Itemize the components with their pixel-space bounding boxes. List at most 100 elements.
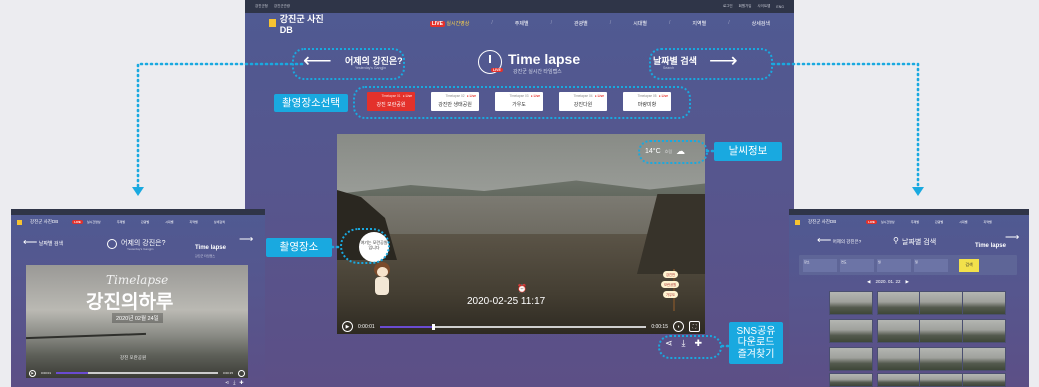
live-badge[interactable]: LIVE — [72, 220, 83, 224]
hero-date: 2020년 02월 24일 — [112, 313, 163, 323]
topbar-link[interactable]: 강진군청 — [255, 4, 268, 9]
logo-icon — [795, 219, 800, 225]
menu-item-live[interactable]: LIVE 실시간영상 — [429, 20, 470, 27]
thumbnail[interactable] — [962, 347, 1006, 371]
site-logo[interactable]: 강진군 사진DB — [280, 12, 328, 35]
site-logo[interactable]: 강진군 사진DB — [808, 219, 836, 225]
topbar-link[interactable]: 강진군관광 — [274, 4, 290, 9]
callout-sns: SNS공유 다운로드 즐겨찾기 — [729, 322, 783, 364]
menu-item[interactable]: 주제별 — [117, 220, 125, 224]
left-share-actions: ⋖ ⤓ ✚ — [225, 380, 244, 386]
right-timelapse-link[interactable]: Time lapse ⟶ — [975, 232, 1019, 252]
site-logo[interactable]: 강진군 사진DB — [30, 219, 58, 225]
menu-item-label: 실시간영상 — [446, 20, 470, 27]
yesterday-video[interactable]: Timelapse 강진의하루 2020년 02월 24일 강진 모란공원 ▶ … — [26, 265, 248, 378]
menu-separator: / — [550, 20, 552, 26]
menu-item[interactable]: 관광별 — [141, 220, 149, 224]
topbar-link[interactable]: 사이트맵 — [758, 4, 771, 9]
thumbnail[interactable] — [919, 291, 963, 315]
topbar-link[interactable]: 로그인 — [723, 4, 733, 9]
left-back-link[interactable]: ⟵ 날짜별 검색 — [23, 237, 63, 248]
time-current: 0:00:01 — [41, 371, 52, 375]
timelapse-title: Time lapse — [195, 245, 226, 251]
live-badge[interactable]: LIVE — [866, 220, 877, 224]
menu-item-theme[interactable]: 주제별 — [515, 20, 529, 27]
menu-item-detail-search[interactable]: 상세검색 — [752, 20, 770, 27]
arrowhead-right — [912, 187, 924, 196]
progress-track[interactable] — [56, 372, 218, 374]
thumbnail[interactable] — [877, 373, 921, 387]
filter-label: 연도 — [841, 259, 847, 264]
menu-item[interactable]: 실시간영상 — [87, 220, 101, 224]
left-timelapse-link[interactable]: Time lapse 강진군 타임랩스 ⟶ — [195, 234, 253, 258]
volume-icon[interactable]: ◖ — [673, 321, 684, 332]
search-filter-bar: 장소 연도 월 일 검색 — [799, 255, 1017, 275]
filter-label: 일 — [915, 259, 918, 264]
date-next-icon[interactable]: ▶ — [906, 279, 909, 285]
mascot-body — [375, 277, 389, 295]
left-video-controls: ▶ 0:00:01 0:00:15 — [26, 368, 248, 378]
topbar-link[interactable]: 회원가입 — [739, 4, 752, 9]
thumbnail[interactable] — [962, 319, 1006, 343]
menu-item[interactable]: 실시간영상 — [881, 220, 895, 224]
mascot-face — [377, 267, 388, 277]
filter-search-button[interactable]: 검색 — [959, 258, 979, 272]
menu-item-era[interactable]: 시대별 — [633, 20, 647, 27]
filter-label: 장소 — [804, 259, 810, 264]
thumbnail[interactable] — [962, 373, 1006, 387]
menu-item[interactable]: 주제별 — [911, 220, 919, 224]
filter-year[interactable]: 연도 — [840, 258, 874, 272]
share-icon[interactable]: ⋖ — [225, 380, 229, 386]
date-navigator: ◀ 2020. 01. 22 ▶ — [867, 279, 909, 285]
date-search-label: 날짜별 검색 — [38, 241, 64, 247]
thumbnail[interactable] — [877, 319, 921, 343]
prev-day-label: 어제의 강진은? — [832, 239, 862, 244]
thumbnail[interactable] — [877, 291, 921, 315]
thumbnail[interactable] — [919, 347, 963, 371]
filter-month[interactable]: 월 — [877, 258, 911, 272]
time-total: 0:00:15 — [651, 323, 668, 330]
menu-item[interactable]: 지역별 — [984, 220, 992, 224]
download-icon[interactable]: ⤓ — [233, 380, 235, 386]
progress-track[interactable] — [379, 323, 647, 330]
thumbnail[interactable] — [829, 347, 873, 371]
arrow-left-icon: ⟵ — [23, 237, 38, 248]
thumbnail[interactable] — [877, 347, 921, 371]
thumbnail[interactable] — [829, 373, 873, 387]
mascot-character — [371, 262, 393, 300]
menu-item-tour[interactable]: 관광별 — [574, 20, 588, 27]
right-back-link[interactable]: ⟵ 어제의 강진은? — [817, 235, 861, 246]
fullscreen-icon[interactable] — [238, 369, 245, 377]
video-player[interactable]: 여기는 모란공원 입니다 강진만 모란공원 가우도 14°C 흐림 ☁ ⏰ 20… — [337, 134, 705, 334]
menu-separator: / — [669, 20, 671, 26]
video-timestamp: 2020-02-25 11:17 — [467, 296, 546, 307]
sign-board: 가우도 — [663, 291, 679, 298]
bridge-line — [26, 332, 146, 340]
play-icon[interactable]: ▶ — [29, 369, 36, 377]
callout-weather: 날씨정보 — [714, 142, 782, 161]
menu-item[interactable]: 관광별 — [935, 220, 943, 224]
thumbnail[interactable] — [829, 319, 873, 343]
thumbnail[interactable] — [829, 291, 873, 315]
thumbnail[interactable] — [919, 319, 963, 343]
menu-item[interactable]: 지역별 — [190, 220, 198, 224]
date-search-page-panel: 강진군 사진DB LIVE 실시간영상 주제별 관광별 시대별 지역별 ⟵ 어제… — [789, 209, 1029, 387]
arrowhead-left — [132, 187, 144, 196]
filter-day[interactable]: 일 — [914, 258, 948, 272]
menu-item[interactable]: 상세검색 — [214, 220, 225, 224]
thumbnail[interactable] — [962, 291, 1006, 315]
thumbnail[interactable] — [919, 373, 963, 387]
filter-place[interactable]: 장소 — [803, 258, 837, 272]
menu-item[interactable]: 시대별 — [959, 220, 967, 224]
date-prev-icon[interactable]: ◀ — [867, 279, 870, 285]
live-badge: LIVE — [429, 20, 445, 27]
bookmark-icon[interactable]: ✚ — [239, 380, 243, 386]
video-controls: ▶ 0:00:01 0:00:15 ◖ ⛶ — [337, 319, 705, 334]
play-icon[interactable]: ▶ — [342, 321, 353, 332]
progress-handle[interactable] — [432, 323, 435, 330]
fullscreen-icon[interactable]: ⛶ — [689, 321, 700, 332]
arrow-right-icon: ⟶ — [1005, 232, 1020, 243]
menu-item-region[interactable]: 지역별 — [692, 20, 706, 27]
topbar-link[interactable]: ENG — [776, 5, 784, 9]
menu-item[interactable]: 시대별 — [165, 220, 173, 224]
